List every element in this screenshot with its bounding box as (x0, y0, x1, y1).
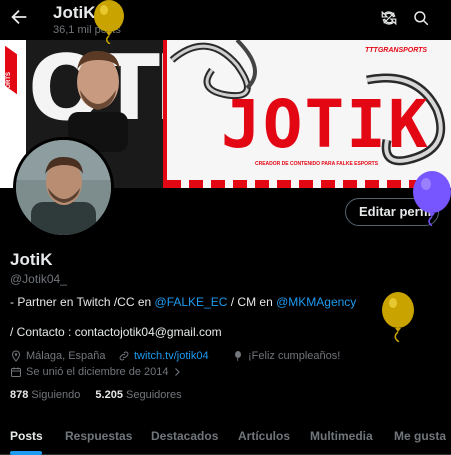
avatar[interactable] (13, 137, 114, 238)
avatar-photo (16, 140, 111, 235)
following-link[interactable]: 878 Siguiendo (10, 389, 80, 401)
link-icon (119, 351, 129, 361)
profile-tabs: Posts Respuestas Destacados Artículos Mu… (0, 418, 451, 455)
bio-text: / CM en (227, 295, 277, 309)
birthday-text: ¡Feliz cumpleaños! (248, 350, 341, 362)
profile-name: JotiK (10, 250, 53, 269)
following-label: Siguiendo (31, 389, 81, 401)
followers-link[interactable]: 5.205 Seguidores (95, 389, 181, 401)
followers-label: Seguidores (126, 389, 182, 401)
banner-subtitle: CREADOR DE CONTENIDO PARA FALKE ESPORTS (255, 161, 379, 167)
location-text: Málaga, España (26, 350, 106, 362)
banner-brand: TTTGRANSPORTS (365, 47, 428, 54)
bio-line-2: / Contacto : contactojotik04@gmail.com (10, 325, 222, 339)
tab-articulos[interactable]: Artículos (238, 429, 290, 443)
website-item: twitch.tv/jotik04 (118, 350, 209, 362)
location-icon (11, 350, 21, 362)
joined-text: Se unió el diciembre de 2014 (26, 366, 169, 378)
balloon-icon (235, 351, 241, 362)
search-icon[interactable] (412, 9, 430, 27)
profile-header: JotiK 36,1 mil posts (0, 0, 451, 40)
profile-handle: @Jotik04_ (10, 272, 67, 286)
bio-text: - Partner en Twitch /CC en (10, 295, 155, 309)
tab-respuestas[interactable]: Respuestas (65, 429, 132, 443)
location-item: Málaga, España (10, 350, 106, 362)
mention-link-falke[interactable]: @FALKE_EC (155, 295, 228, 309)
birthday-item: ¡Feliz cumpleaños! (232, 350, 340, 362)
mention-link-mkm[interactable]: @MKMAgency (276, 295, 356, 309)
chevron-right-icon (175, 368, 181, 376)
active-tab-indicator (10, 451, 42, 455)
calendar-icon (11, 367, 21, 377)
joined-item[interactable]: Se unió el diciembre de 2014 (10, 366, 183, 378)
banner-stripes (167, 180, 451, 188)
tab-posts[interactable]: Posts (10, 429, 43, 443)
banner-title: JOTIK (221, 86, 430, 163)
tab-multimedia[interactable]: Multimedia (310, 429, 373, 443)
banner-person-photo (68, 50, 128, 152)
refresh-icon[interactable] (380, 9, 398, 27)
banner-left-tag: FALKE ESPORTS (6, 71, 12, 122)
bio-line-1: - Partner en Twitch /CC en @FALKE_EC / C… (10, 295, 356, 309)
banner-graphic-panel: TTTGRANSPORTS JOTIK CREADOR DE CONTENIDO… (167, 40, 451, 188)
balloon-icon (382, 292, 414, 342)
balloon-icon (94, 0, 124, 44)
website-link[interactable]: twitch.tv/jotik04 (134, 350, 209, 362)
following-count: 878 (10, 389, 29, 401)
follow-stats: 878 Siguiendo 5.205 Seguidores (10, 389, 182, 401)
back-arrow-icon[interactable] (8, 6, 30, 28)
tab-me-gusta[interactable]: Me gusta (394, 429, 446, 443)
followers-count: 5.205 (95, 389, 123, 401)
balloon-icon (413, 171, 451, 226)
tab-destacados[interactable]: Destacados (151, 429, 218, 443)
